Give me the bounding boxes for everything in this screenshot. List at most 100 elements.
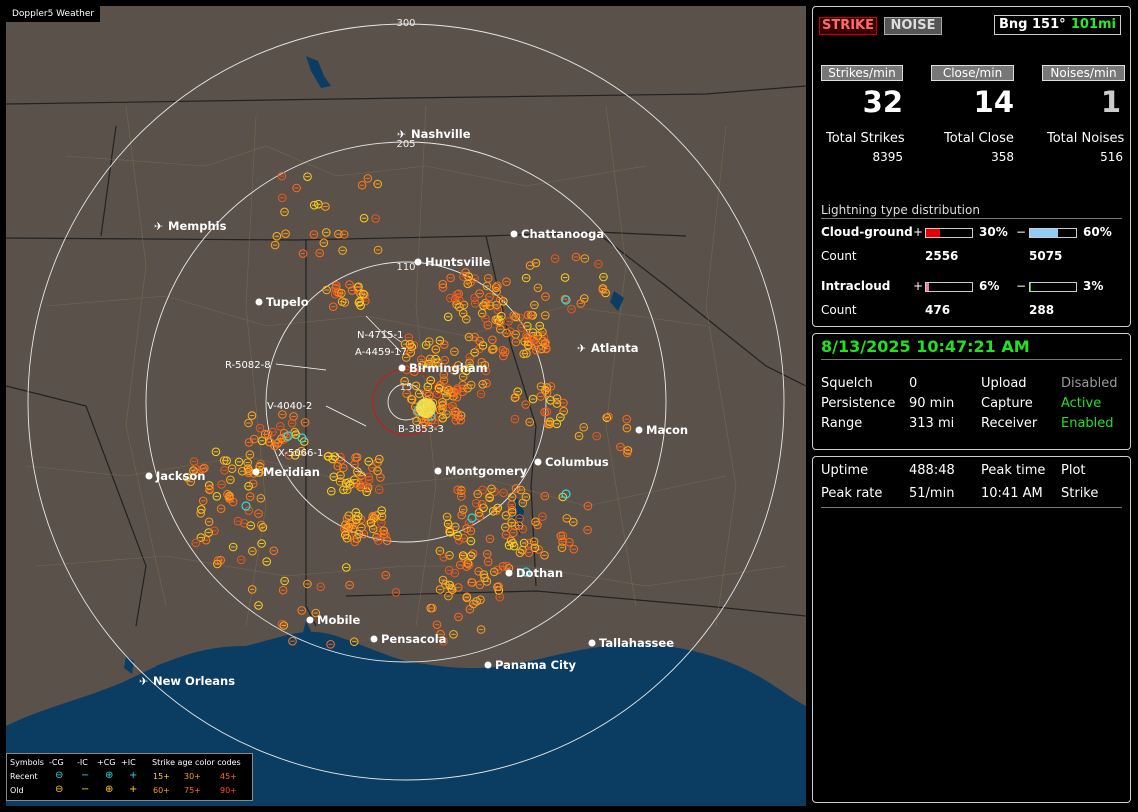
city-label: Dothan [516,566,563,580]
range-label-300: 300 [396,18,415,29]
city-dot-icon [252,468,260,476]
receiver-label: Receiver [981,416,1038,431]
persistence-value[interactable]: 90 min [909,396,954,411]
city-dot-icon [414,258,422,266]
city-label: Birmingham [409,361,488,375]
city-label: Macon [646,423,688,437]
airport-icon: ✈ [577,342,586,355]
upload-status[interactable]: Disabled [1061,376,1117,391]
ic-positive-bar [925,282,973,292]
storm-label-r5082: R-5082-8 [225,360,271,371]
strike-button[interactable]: STRIKE [819,17,877,35]
city-label: Montgomery [445,464,528,478]
ic-plus-sign: + [913,279,924,293]
capture-status[interactable]: Active [1061,396,1101,411]
stats-panel: STRIKE NOISE Bng 151° 101mi Strikes/min … [812,6,1131,327]
cg-positive-bar [925,228,973,238]
plot-label: Plot [1061,463,1086,478]
total-close-value: 358 [991,150,1014,164]
peak-time-value: 10:41 AM [981,486,1043,501]
squelch-value[interactable]: 0 [909,376,917,391]
lightning-map[interactable]: 300 205 110 15 N-4715-1 A-4459-17 R-5082… [6,6,806,806]
city-label: Panama City [495,658,576,672]
receiver-status[interactable]: Enabled [1061,416,1114,431]
city-new-orleans: ✈ New Orleans [139,674,235,688]
city-dothan: Dothan [505,566,563,580]
noise-button[interactable]: NOISE [884,17,942,35]
city-meridian: Meridian [252,465,320,479]
city-huntsville: Huntsville [414,255,491,269]
uptime-label: Uptime [821,463,869,478]
city-label: Mobile [317,613,360,627]
legend-recent-pos-ic-icon: + [129,770,138,781]
legend-old-neg-cg-icon: ⊖ [55,784,64,795]
legend-old-neg-ic-icon: − [81,784,90,795]
bearing-value: Bng 151° [999,17,1066,32]
storm-label-a4459: A-4459-17 [355,347,407,358]
bearing-readout: Bng 151° 101mi [994,15,1121,35]
uptime-value: 488:48 [909,463,955,478]
airport-icon: ✈ [139,675,148,688]
peak-time-label: Peak time [981,463,1046,478]
legend-col-neg-ic: -IC [77,758,88,767]
legend-old-label: Old [10,786,24,795]
airport-icon: ✈ [397,128,406,141]
city-labels: ✈ Nashville ✈ Memphis Chattanooga Huntsville T… [139,127,688,688]
legend-old-pos-ic-icon: + [129,784,138,795]
city-label: Memphis [168,219,227,233]
city-chattanooga: Chattanooga [510,227,604,241]
noises-per-min-header: Noises/min [1042,65,1125,81]
peak-rate-value: 51/min [909,486,955,501]
map-title: Doppler5 Weather [6,6,101,22]
legend-age-60: 60+ [153,786,170,795]
city-label: Tallahassee [599,636,674,650]
ic-negative-pct: 3% [1083,279,1104,293]
total-strikes-value: 8395 [872,150,903,164]
city-birmingham: Birmingham [398,361,488,375]
total-noises-label: Total Noises [1047,131,1125,146]
ic-minus-sign: − [1016,279,1027,293]
range-value[interactable]: 313 mi [909,416,954,431]
city-pensacola: Pensacola [370,632,446,646]
ic-positive-fill [926,283,929,291]
legend-recent-label: Recent [10,772,38,781]
city-label: Jackson [155,469,205,483]
storm-label-b3853: B-3853-3 [398,424,444,435]
plot-value[interactable]: Strike [1061,486,1098,501]
storm-label-v4040: V-4040-2 [267,401,312,412]
cg-positive-fill [926,229,940,237]
legend-recent-neg-ic-icon: − [81,770,90,781]
city-label: Meridian [263,465,320,479]
cg-plus-sign: + [913,225,924,239]
legend-symbols-label: Symbols [10,758,44,767]
recent-strike-marker [561,489,571,499]
city-label: Nashville [411,127,471,141]
city-dot-icon [510,230,518,238]
legend-age-90: 90+ [220,786,237,795]
cg-negative-count: 5075 [1029,249,1063,263]
city-dot-icon [398,364,406,372]
status-panel: 8/13/2025 10:47:21 AM Squelch 0 Upload D… [812,333,1131,450]
close-per-min-value: 14 [973,85,1014,119]
legend-col-pos-ic: +IC [121,758,136,767]
city-label: Pensacola [381,632,446,646]
city-panama-city: Panama City [484,658,576,672]
total-noises-value: 516 [1100,150,1123,164]
city-dot-icon [370,635,378,643]
close-per-min-header: Close/min [931,65,1014,81]
ic-negative-fill [1030,283,1032,291]
cg-label: Cloud-ground [821,225,913,239]
city-mobile: Mobile [306,613,360,627]
ic-negative-count: 288 [1029,303,1055,317]
map-canvas[interactable]: 300 205 110 15 N-4715-1 A-4459-17 R-5082… [6,6,806,806]
distribution-title: Lightning type distribution [821,203,980,217]
legend-recent-neg-cg-icon: ⊖ [55,770,64,781]
distance-value: 101mi [1070,17,1116,32]
peak-rate-label: Peak rate [821,486,883,501]
cg-positive-count: 2556 [925,249,959,263]
range-label: Range [821,416,863,431]
cg-positive-pct: 30% [979,225,1008,239]
capture-label: Capture [981,396,1033,411]
cg-negative-fill [1030,229,1058,237]
city-dot-icon [434,467,442,475]
